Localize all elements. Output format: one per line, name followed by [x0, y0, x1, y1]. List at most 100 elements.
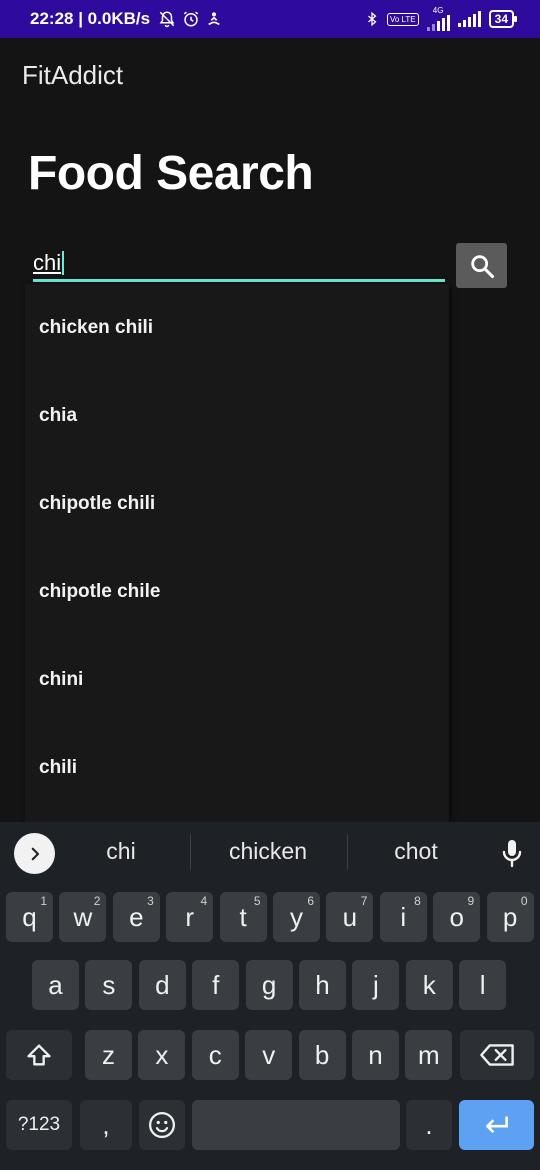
status-time-speed: 22:28 | 0.0KB/s — [30, 9, 151, 28]
bluetooth-icon — [368, 11, 377, 27]
key-t[interactable]: t5 — [219, 892, 267, 942]
comma-key[interactable]: , — [80, 1100, 132, 1150]
key-label: p — [502, 901, 518, 932]
status-bar: 22:28 | 0.0KB/s Vo LTE 4G 34 — [0, 0, 540, 38]
key-hint: 8 — [414, 894, 421, 908]
key-hint: 7 — [360, 894, 368, 908]
key-hint: 2 — [93, 894, 101, 908]
microphone-icon — [502, 840, 522, 868]
soft-keyboard: chi chicken chot q1w2e3r4t5y6u7i8o9p0asd… — [0, 822, 540, 1170]
emoji-icon — [149, 1112, 175, 1138]
space-key[interactable] — [192, 1100, 400, 1150]
search-value: chi — [33, 250, 62, 275]
keyboard-suggestion[interactable]: chi — [76, 838, 166, 865]
shift-icon — [27, 1044, 51, 1066]
key-label: a — [48, 969, 63, 1000]
backspace-icon — [480, 1044, 514, 1066]
suggestion-item[interactable]: chipotle chili — [25, 460, 449, 548]
key-j[interactable]: j — [352, 960, 400, 1010]
meditation-icon — [208, 12, 220, 26]
key-label: u — [342, 901, 358, 932]
emoji-key[interactable] — [139, 1100, 185, 1150]
key-e[interactable]: e3 — [112, 892, 160, 942]
keyboard-expand-button[interactable] — [14, 833, 55, 874]
key-hint: 0 — [520, 894, 528, 908]
key-label: x — [155, 1039, 169, 1070]
suggestion-item[interactable]: chili — [25, 724, 449, 812]
key-label: c — [208, 1039, 222, 1070]
period-key[interactable]: . — [406, 1100, 452, 1150]
key-s[interactable]: s — [85, 960, 133, 1010]
key-z[interactable]: z — [85, 1030, 132, 1080]
text-cursor — [62, 251, 65, 275]
app-title: FitAddict — [22, 60, 124, 90]
search-button[interactable] — [456, 243, 507, 288]
key-g[interactable]: g — [245, 960, 293, 1010]
keyboard-toolbar: chi chicken chot — [0, 822, 540, 884]
key-label: o — [449, 901, 464, 932]
suggestion-item[interactable]: chia — [25, 372, 449, 460]
key-v[interactable]: v — [245, 1030, 293, 1080]
key-label: t — [239, 901, 247, 932]
key-r[interactable]: r4 — [166, 892, 214, 942]
key-i[interactable]: i8 — [379, 892, 427, 942]
volte-icon: Vo LTE — [386, 12, 419, 26]
key-l[interactable]: l — [459, 960, 507, 1010]
key-q[interactable]: q1 — [6, 892, 53, 942]
key-label: g — [261, 969, 277, 1000]
key-y[interactable]: y6 — [273, 892, 320, 942]
key-b[interactable]: b — [298, 1030, 346, 1080]
key-label: l — [479, 969, 486, 1000]
enter-key[interactable] — [459, 1100, 534, 1150]
key-label: j — [373, 969, 379, 1000]
key-p[interactable]: p0 — [486, 892, 534, 942]
search-icon — [470, 254, 494, 278]
key-h[interactable]: h — [299, 960, 346, 1010]
key-m[interactable]: m — [405, 1030, 453, 1080]
keyboard-suggestion[interactable]: chicken — [200, 838, 336, 865]
key-k[interactable]: k — [405, 960, 453, 1010]
suggestions-dropdown: chicken chili chia chipotle chili chipot… — [25, 284, 449, 822]
key-hint: 9 — [467, 894, 475, 908]
keyboard-divider — [347, 834, 348, 870]
key-label: w — [73, 901, 93, 932]
key-o[interactable]: o9 — [433, 892, 481, 942]
microphone-button[interactable] — [500, 838, 524, 873]
key-hint: 1 — [40, 894, 47, 908]
key-hint: 3 — [147, 894, 154, 908]
key-d[interactable]: d — [138, 960, 186, 1010]
key-label: d — [155, 969, 170, 1000]
chevron-right-icon — [31, 847, 39, 860]
key-label: e — [129, 901, 144, 932]
key-label: f — [212, 969, 220, 1000]
keyboard-suggestion[interactable]: chot — [366, 838, 466, 865]
key-label: m — [418, 1039, 440, 1070]
key-x[interactable]: x — [138, 1030, 186, 1080]
key-label: v — [262, 1039, 276, 1070]
suggestion-item[interactable]: chicken chili — [25, 284, 449, 372]
enter-icon — [485, 1116, 508, 1134]
suggestion-item[interactable]: chini — [25, 636, 449, 724]
signal-icon — [426, 15, 450, 31]
key-n[interactable]: n — [352, 1030, 399, 1080]
bell-off-icon — [159, 11, 175, 28]
symbols-key[interactable]: ?123 — [6, 1100, 72, 1150]
key-f[interactable]: f — [192, 960, 240, 1010]
key-label: i — [400, 901, 407, 932]
page-title: Food Search — [28, 147, 314, 200]
signal-2-icon — [457, 11, 481, 27]
key-a[interactable]: a — [32, 960, 79, 1010]
status-icons — [158, 10, 222, 28]
key-u[interactable]: u7 — [326, 892, 374, 942]
status-right: Vo LTE 4G 34 — [365, 7, 518, 31]
suggestion-item[interactable]: chipotle chile — [25, 548, 449, 636]
key-w[interactable]: w2 — [59, 892, 107, 942]
status-left: 22:28 | 0.0KB/s — [30, 9, 222, 29]
backspace-key[interactable] — [460, 1030, 534, 1080]
key-c[interactable]: c — [191, 1030, 239, 1080]
search-input[interactable] — [33, 244, 445, 282]
key-label: q — [22, 901, 37, 932]
key-hint: 4 — [200, 894, 208, 908]
key-hint: 6 — [307, 894, 314, 908]
shift-key[interactable] — [6, 1030, 72, 1080]
